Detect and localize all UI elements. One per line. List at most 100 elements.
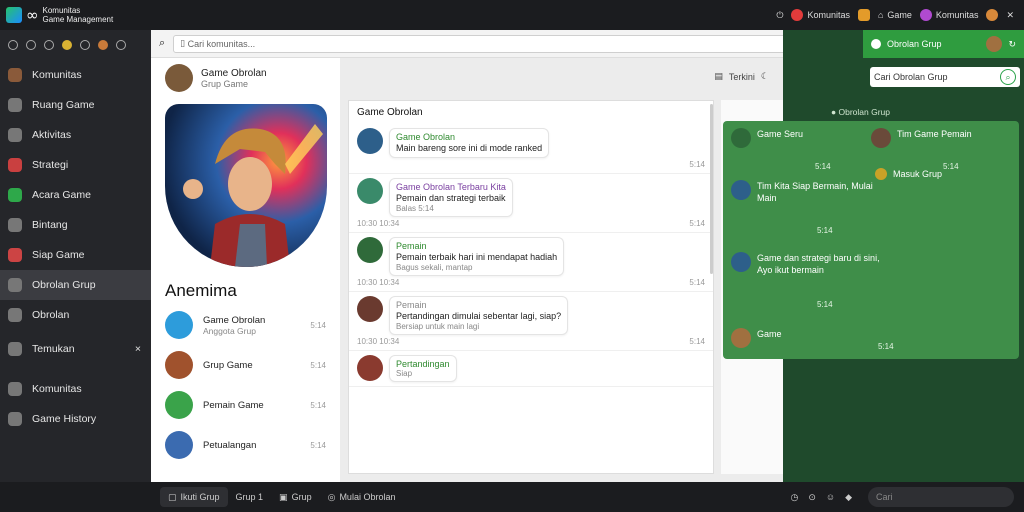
avatar[interactable] [986, 9, 999, 21]
avatar[interactable] [98, 40, 108, 50]
friend-item[interactable]: Pemain Game 5:14 [151, 385, 340, 425]
avatar [731, 128, 751, 148]
message-bubble[interactable]: Game Obrolan Main bareng sore ini di mode… [389, 128, 550, 158]
hero-artwork [165, 104, 327, 267]
square-icon: ▢ [168, 491, 177, 502]
close-icon[interactable]: ✕ [1006, 10, 1014, 21]
nav-item[interactable]: Siap Game [0, 240, 151, 270]
message-row: Game Obrolan Main bareng sore ini di mode… [357, 128, 705, 158]
search-icon[interactable]: ⌕ [1000, 69, 1016, 85]
share-icon[interactable]: ⊙ [808, 492, 816, 503]
chat-message: Game Obrolan Terbaru Kita Pemain dan stra… [349, 174, 713, 233]
profile-subtitle: Grup Game [201, 78, 249, 89]
message-bubble[interactable]: Game Obrolan Terbaru Kita Pemain dan stra… [389, 178, 513, 217]
nav-item[interactable]: Obrolan [0, 300, 151, 330]
doc-icon[interactable]: ▤ [714, 71, 723, 82]
message-row: Pertandingan Siap [357, 355, 705, 382]
nav-quick-icons [0, 30, 151, 60]
profile-header[interactable]: Game Obrolan Grup Game [151, 58, 340, 98]
right-message-text: Masuk Grup [893, 169, 943, 179]
avatar[interactable] [357, 237, 383, 263]
nav-item[interactable]: Bintang [0, 210, 151, 240]
message-text: Pemain dan strategi terbaik [396, 193, 506, 203]
box-icon[interactable] [857, 9, 870, 21]
right-message-text: Game [757, 329, 782, 339]
power-icon[interactable] [8, 40, 18, 50]
start-chat-button[interactable]: ◎ Mulai Obrolan [320, 487, 404, 507]
message-bubble[interactable]: Pemain Pemain terbaik hari ini mendapat h… [389, 237, 565, 276]
mushroom-icon [8, 248, 22, 262]
nav-item[interactable]: Obrolan Grup [0, 270, 151, 300]
friend-name: Game Obrolan [203, 314, 266, 326]
nav-item[interactable]: Acara Game [0, 180, 151, 210]
avatar [731, 180, 751, 200]
chat-message: Pemain Pertandingan dimulai sebentar lagi… [349, 292, 713, 351]
scrollbar[interactable] [710, 104, 713, 274]
right-message-time: 5:14 [878, 342, 894, 351]
topbar-community2-button[interactable]: Komunitas [919, 9, 978, 21]
group-button[interactable]: ▣ Grup [271, 487, 320, 507]
right-search-input[interactable]: Cari Obrolan Grup ⌕ [870, 67, 1020, 87]
nav-item[interactable]: Strategi [0, 150, 151, 180]
nav-item[interactable]: Komunitas [0, 374, 151, 404]
right-section-label: ● Obrolan Grup [831, 107, 891, 117]
moon-icon[interactable]: ☾ [761, 71, 769, 82]
emoji-icon[interactable]: ☺ [826, 492, 835, 503]
right-message-time: 5:14 [943, 162, 959, 171]
avatar[interactable] [357, 128, 383, 154]
avatar [731, 252, 751, 272]
message-times: 5:14 [357, 158, 705, 169]
alert-icon [791, 9, 804, 21]
nav-item[interactable]: Ruang Game [0, 90, 151, 120]
right-message-text: Tim Kita Siap Bermain, Mulai Main [757, 181, 873, 203]
friend-item[interactable]: Petualangan 5:14 [151, 425, 340, 465]
grid-icon[interactable] [44, 40, 54, 50]
group-selector[interactable]: Grup 1 [228, 487, 272, 507]
avatar [165, 351, 193, 379]
nav-item[interactable]: Aktivitas [0, 120, 151, 150]
avatar[interactable] [986, 36, 1003, 52]
nav-item[interactable]: Game History [0, 404, 151, 434]
right-message[interactable]: Tim Kita Siap Bermain, Mulai Main [731, 180, 887, 204]
bottom-bar: ▢ Ikuti Grup Grup 1 ▣ Grup ◎ Mulai Obrol… [0, 482, 1024, 512]
right-message[interactable]: Masuk Grup [875, 168, 942, 180]
chat-message: Game Obrolan Main bareng sore ini di mode… [349, 124, 713, 174]
infinity-icon: ∞ [26, 6, 39, 24]
avatar[interactable] [357, 178, 383, 204]
avatar[interactable] [357, 296, 383, 322]
window-icon[interactable] [26, 40, 36, 50]
search-input[interactable]: ▯ Cari komunitas... ⌄ [173, 34, 814, 53]
right-message[interactable]: Game [731, 328, 782, 348]
topbar-game-button[interactable]: ⌂ Game [878, 10, 912, 20]
right-message[interactable]: Tim Game Pemain [871, 128, 972, 148]
friend-item[interactable]: Game Obrolan Anggota Grup 5:14 [151, 305, 340, 345]
bottom-search-input[interactable]: Cari [868, 487, 1014, 507]
message-bubble[interactable]: Pertandingan Siap [389, 355, 457, 382]
shield-icon[interactable] [80, 40, 90, 50]
settings-icon[interactable] [116, 40, 126, 50]
right-message[interactable]: Game dan strategi baru di sini, Ayo ikut… [731, 252, 887, 276]
clock-icon[interactable]: ◷ [790, 492, 798, 503]
nav-item-label: Ruang Game [32, 99, 95, 111]
avatar [165, 431, 193, 459]
group-title: Game Obrolan [357, 107, 423, 118]
follow-group-button[interactable]: ▢ Ikuti Grup [160, 487, 228, 507]
coin-icon[interactable] [62, 40, 72, 50]
bell-icon[interactable]: ⏻ [776, 10, 783, 21]
nav-item[interactable]: Temukan × [0, 334, 151, 364]
message-bubble[interactable]: Pemain Pertandingan dimulai sebentar lagi… [389, 296, 569, 335]
user-icon [919, 9, 932, 21]
chat-head-label[interactable]: Terkini [729, 72, 755, 82]
avatar[interactable] [357, 355, 383, 381]
message-text: Pemain terbaik hari ini mendapat hadiah [396, 252, 558, 262]
nav-item[interactable]: Komunitas [0, 60, 151, 90]
friend-item[interactable]: Grup Game 5:14 [151, 345, 340, 385]
right-message[interactable]: Game Seru [731, 128, 803, 148]
nav-item-label: Obrolan Grup [32, 279, 96, 291]
nav-item-label: Acara Game [32, 189, 91, 201]
search-icon[interactable]: ⌕ [159, 37, 165, 50]
refresh-icon[interactable]: ↻ [1008, 39, 1016, 50]
topbar-community-button[interactable]: Komunitas [791, 9, 850, 21]
sticker-icon[interactable]: ◆ [845, 492, 852, 503]
brand[interactable]: ∞ Komunitas Game Management [0, 6, 150, 24]
